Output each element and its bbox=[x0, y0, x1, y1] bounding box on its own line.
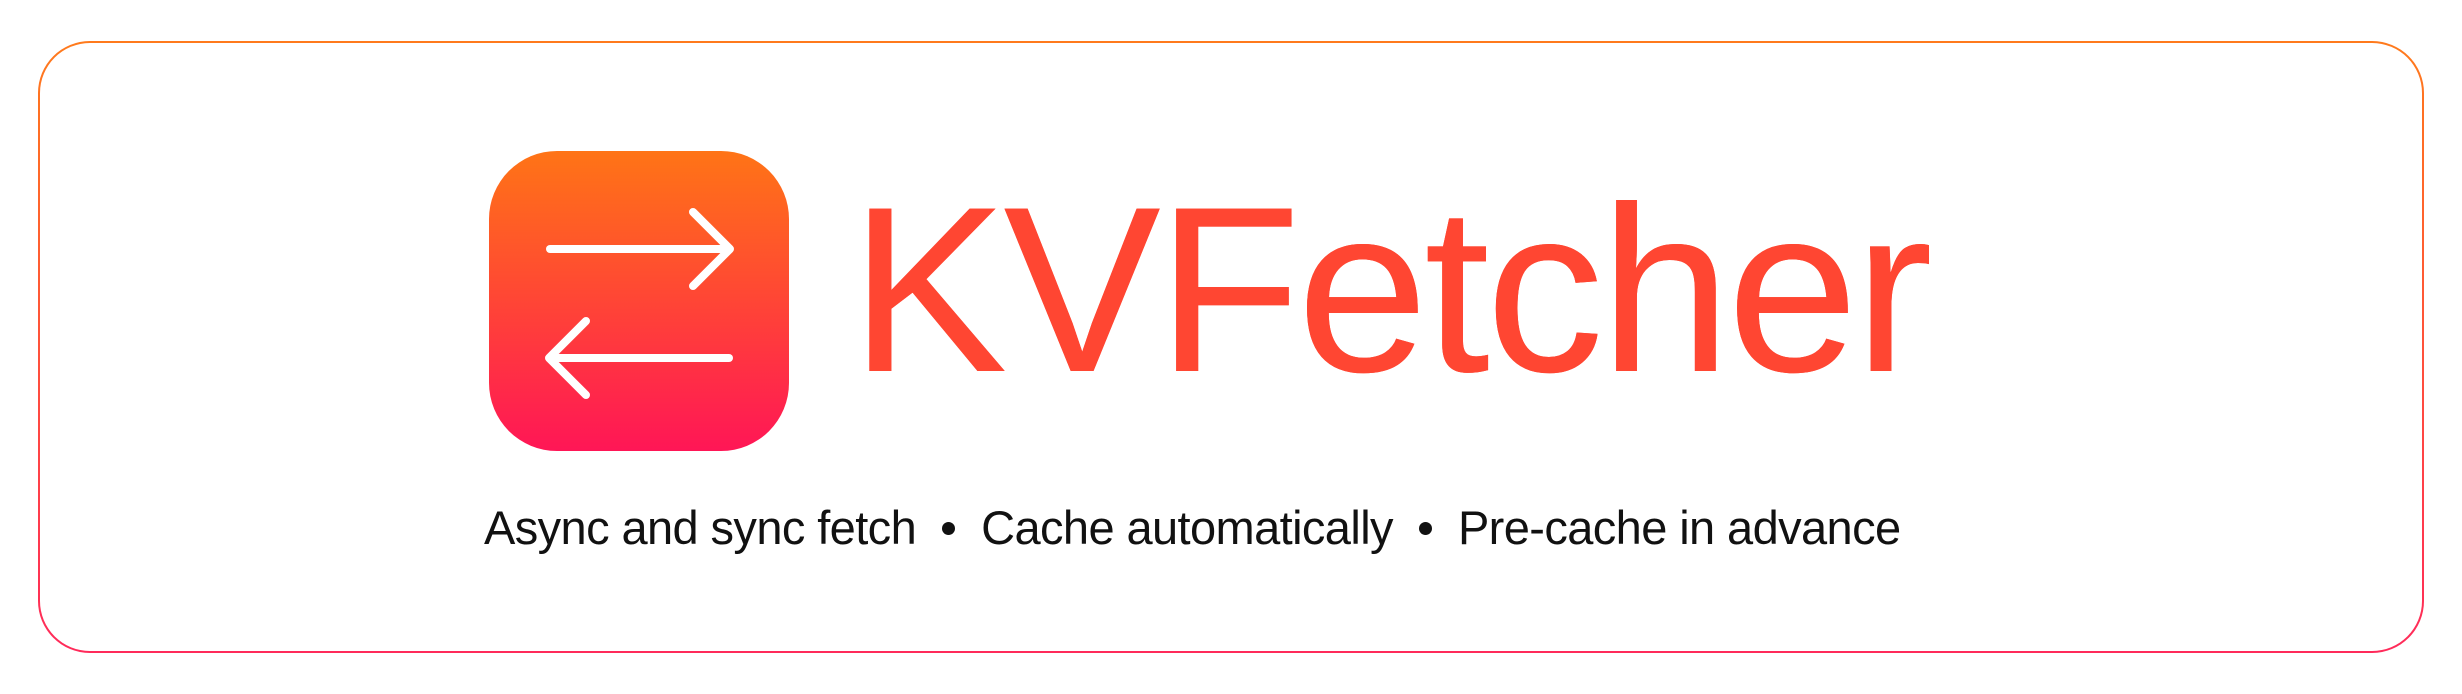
brand-name: KVFetcher bbox=[850, 158, 1933, 422]
feature-tagline: Async and sync fetch Cache automatically… bbox=[484, 496, 2004, 560]
swap-arrows-icon bbox=[545, 208, 734, 399]
feature-async-sync-fetch: Async and sync fetch bbox=[484, 501, 917, 554]
bullet-dot-icon bbox=[942, 521, 956, 535]
feature-pre-cache: Pre-cache in advance bbox=[1457, 501, 1901, 554]
app-icon bbox=[489, 151, 789, 451]
feature-cache-automatically: Cache automatically bbox=[981, 501, 1393, 554]
bullet-dot-icon bbox=[1418, 521, 1432, 535]
brand-wordmark: KVFetcher bbox=[850, 158, 1933, 422]
